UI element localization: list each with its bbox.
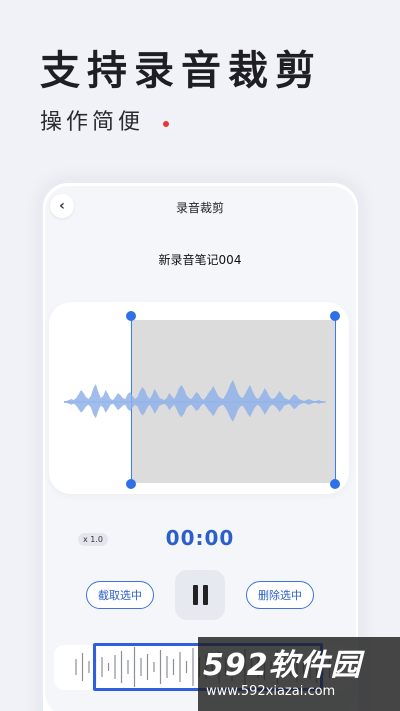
watermark-url: www.592xiazai.com [206,684,336,699]
promo-subheadline: 操作简便 [40,110,145,135]
crop-selection-button[interactable]: 截取选中 [86,581,154,609]
nav-title: 录音裁剪 [175,201,224,215]
waveform [64,380,326,422]
pause-icon [190,585,210,605]
promo-headline: 支持录音裁剪 [40,48,322,94]
delete-selection-button[interactable]: 删除选中 [246,581,314,609]
selection-start-handle-bottom[interactable] [126,479,136,489]
recording-name: 新录音笔记004 [158,253,242,267]
watermark-logo: 592软件园 [203,648,362,683]
speed-badge[interactable]: x 1.0 [78,533,108,546]
pause-button[interactable] [175,570,225,620]
back-button[interactable]: ‹ [50,194,74,218]
selection-end-handle-bottom[interactable] [330,479,340,489]
time-display: 00:00 [165,526,235,550]
chevron-left-icon: ‹ [59,198,65,214]
selection-end-handle-top[interactable] [330,311,340,321]
accent-dot [163,121,169,127]
selection-start-handle-top[interactable] [126,311,136,321]
